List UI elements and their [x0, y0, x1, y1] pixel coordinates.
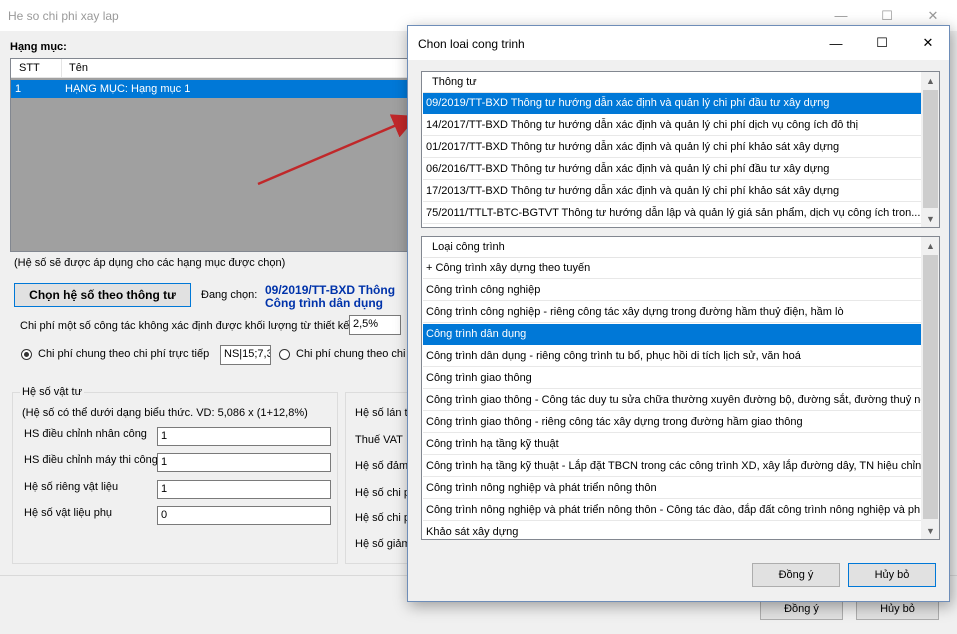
loai-list-header: Loại công trình	[423, 237, 923, 258]
list-item[interactable]: Công trình dân dụng - riêng công trình t…	[423, 346, 923, 367]
list-item[interactable]: Công trình giao thông - riêng công tác x…	[423, 412, 923, 433]
list-item[interactable]: Công trình giao thông - Công tác duy tu …	[423, 390, 923, 411]
list-item[interactable]: 09/2019/TT-BXD Thông tư hướng dẫn xác đị…	[423, 93, 923, 114]
loai-cong-trinh-list[interactable]: Loại công trình + Công trình xây dựng th…	[421, 236, 940, 540]
scroll-thumb[interactable]	[923, 255, 938, 519]
dialog-ok-button[interactable]: Đồng ý	[752, 563, 840, 587]
list-item[interactable]: 06/2016/TT-BXD Thông tư hướng dẫn xác đị…	[423, 159, 923, 180]
chon-loai-cong-trinh-dialog: Chon loai cong trinh — ☐ ✕ Thông tư 09/2…	[407, 25, 950, 602]
list-item[interactable]: Công trình công nghiệp - riêng công tác …	[423, 302, 923, 323]
list-item[interactable]: + Công trình xây dựng theo tuyến	[423, 258, 923, 279]
list-item[interactable]: Công trình nông nghiệp và phát triển nôn…	[423, 478, 923, 499]
thongtu-list[interactable]: Thông tư 09/2019/TT-BXD Thông tư hướng d…	[421, 71, 940, 228]
list-item[interactable]: Công trình nông nghiệp và phát triển nôn…	[423, 500, 923, 521]
thongtu-list-header: Thông tư	[423, 72, 923, 93]
list-item[interactable]: Công trình công nghiệp	[423, 280, 923, 301]
scroll-down-icon[interactable]: ▼	[922, 210, 939, 227]
scroll-up-icon[interactable]: ▲	[922, 72, 939, 89]
maximize-icon: ☐	[876, 35, 888, 50]
list-item[interactable]: Công trình giao thông	[423, 368, 923, 389]
dialog-minimize-button[interactable]: —	[813, 26, 859, 60]
list-item[interactable]: 75/2011/TTLT-BTC-BGTVT Thông tư hướng dẫ…	[423, 203, 923, 224]
list-item[interactable]: 14/2017/TT-BXD Thông tư hướng dẫn xác đị…	[423, 115, 923, 136]
dialog-title: Chon loai cong trinh	[418, 37, 525, 51]
dialog-close-button[interactable]: ✕	[905, 26, 951, 60]
close-icon: ✕	[922, 35, 934, 50]
thongtu-header-label: Thông tư	[432, 76, 477, 88]
list-item[interactable]: Công trình hạ tầng kỹ thuật - Lắp đặt TB…	[423, 456, 923, 477]
dialog-titlebar: Chon loai cong trinh — ☐ ✕	[408, 26, 949, 60]
scroll-up-icon[interactable]: ▲	[922, 237, 939, 254]
dialog-maximize-button[interactable]: ☐	[859, 26, 905, 60]
loai-scrollbar[interactable]: ▲ ▼	[921, 237, 939, 539]
loai-header-label: Loại công trình	[432, 241, 505, 253]
scroll-down-icon[interactable]: ▼	[922, 522, 939, 539]
thongtu-scrollbar[interactable]: ▲ ▼	[921, 72, 939, 227]
list-item[interactable]: Công trình dân dụng	[423, 324, 923, 345]
list-item[interactable]: 17/2013/TT-BXD Thông tư hướng dẫn xác đị…	[423, 181, 923, 202]
scroll-thumb[interactable]	[923, 90, 938, 208]
dialog-cancel-button[interactable]: Hủy bỏ	[848, 563, 936, 587]
list-item[interactable]: 01/2017/TT-BXD Thông tư hướng dẫn xác đị…	[423, 137, 923, 158]
list-item[interactable]: Công trình hạ tầng kỹ thuật	[423, 434, 923, 455]
list-item[interactable]: Khảo sát xây dựng	[423, 522, 923, 539]
minimize-icon: —	[829, 35, 843, 51]
